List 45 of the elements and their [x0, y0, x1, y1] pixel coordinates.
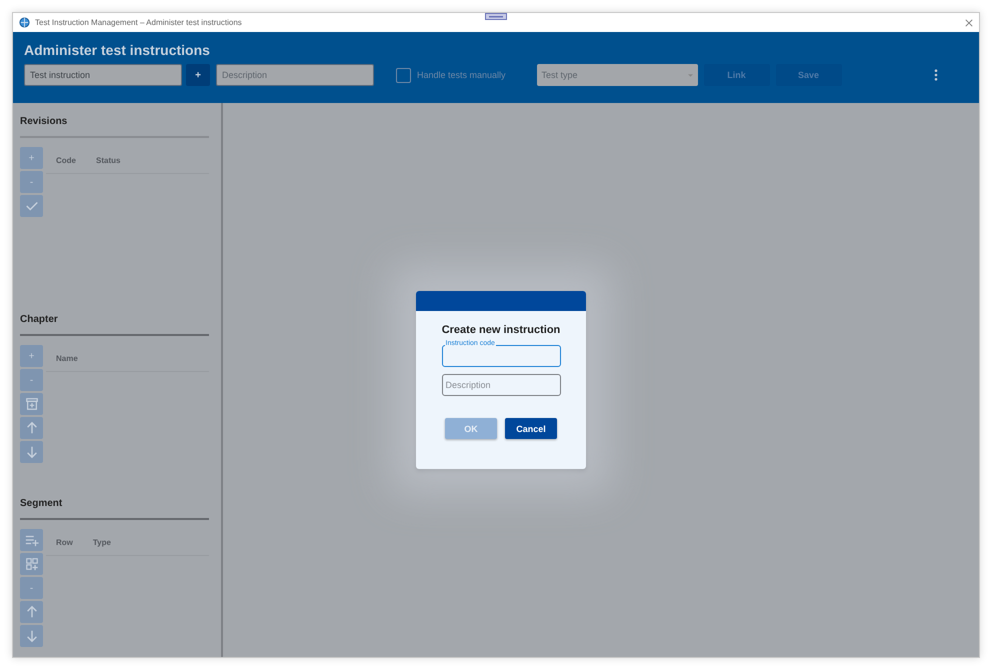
- dialog-title: Create new instruction: [442, 324, 560, 336]
- arrow-down-icon: [24, 629, 38, 643]
- action-button[interactable]: -: [20, 171, 43, 193]
- dialog-button[interactable]: Cancel: [505, 418, 557, 439]
- window-title: Test Instruction Management – Administer test instructions: [35, 18, 243, 27]
- check-button[interactable]: [20, 195, 43, 217]
- checkbox-label: Handle tests manually: [417, 70, 506, 80]
- check-icon: [24, 199, 38, 213]
- description-field[interactable]: Description: [216, 64, 374, 86]
- add-button[interactable]: +: [186, 64, 210, 86]
- column-header: Name: [56, 354, 78, 362]
- archive-button[interactable]: [20, 393, 43, 415]
- up-button[interactable]: [20, 601, 43, 623]
- action-button[interactable]: -: [20, 369, 43, 391]
- caret-icon: [688, 74, 693, 76]
- action-button[interactable]: -: [20, 577, 43, 599]
- test-type-dropdown[interactable]: Test type: [536, 64, 698, 86]
- column-header: Type: [92, 538, 111, 546]
- close-icon[interactable]: [965, 18, 973, 26]
- grid-add-button[interactable]: [20, 553, 43, 575]
- down-button[interactable]: [20, 441, 43, 463]
- arrow-up-icon: [24, 421, 38, 435]
- action-button[interactable]: +: [20, 345, 43, 367]
- arrow-down-icon: [24, 445, 38, 459]
- section-title: Revisions: [20, 116, 209, 138]
- page-title: Administer test instructions: [24, 42, 211, 58]
- section-title: Segment: [20, 498, 209, 520]
- globe-icon: [19, 17, 30, 28]
- column-header: Code: [56, 156, 76, 164]
- column-header: Status: [96, 156, 120, 164]
- action-button[interactable]: +: [20, 147, 43, 169]
- grid-add-icon: [24, 557, 38, 571]
- down-button[interactable]: [20, 625, 43, 647]
- section-title: Chapter: [20, 314, 209, 336]
- up-button[interactable]: [20, 417, 43, 439]
- drag-handle-icon[interactable]: [485, 13, 507, 20]
- checkbox[interactable]: [396, 68, 411, 82]
- instruction-field[interactable]: Test instruction: [24, 64, 182, 86]
- archive-icon: [24, 397, 38, 411]
- list-add-button[interactable]: [20, 529, 43, 551]
- more-options-icon[interactable]: [934, 69, 938, 81]
- list-add-icon: [24, 533, 38, 547]
- arrow-up-icon: [24, 605, 38, 619]
- text-field[interactable]: Description: [442, 374, 560, 396]
- column-header: Row: [56, 538, 73, 546]
